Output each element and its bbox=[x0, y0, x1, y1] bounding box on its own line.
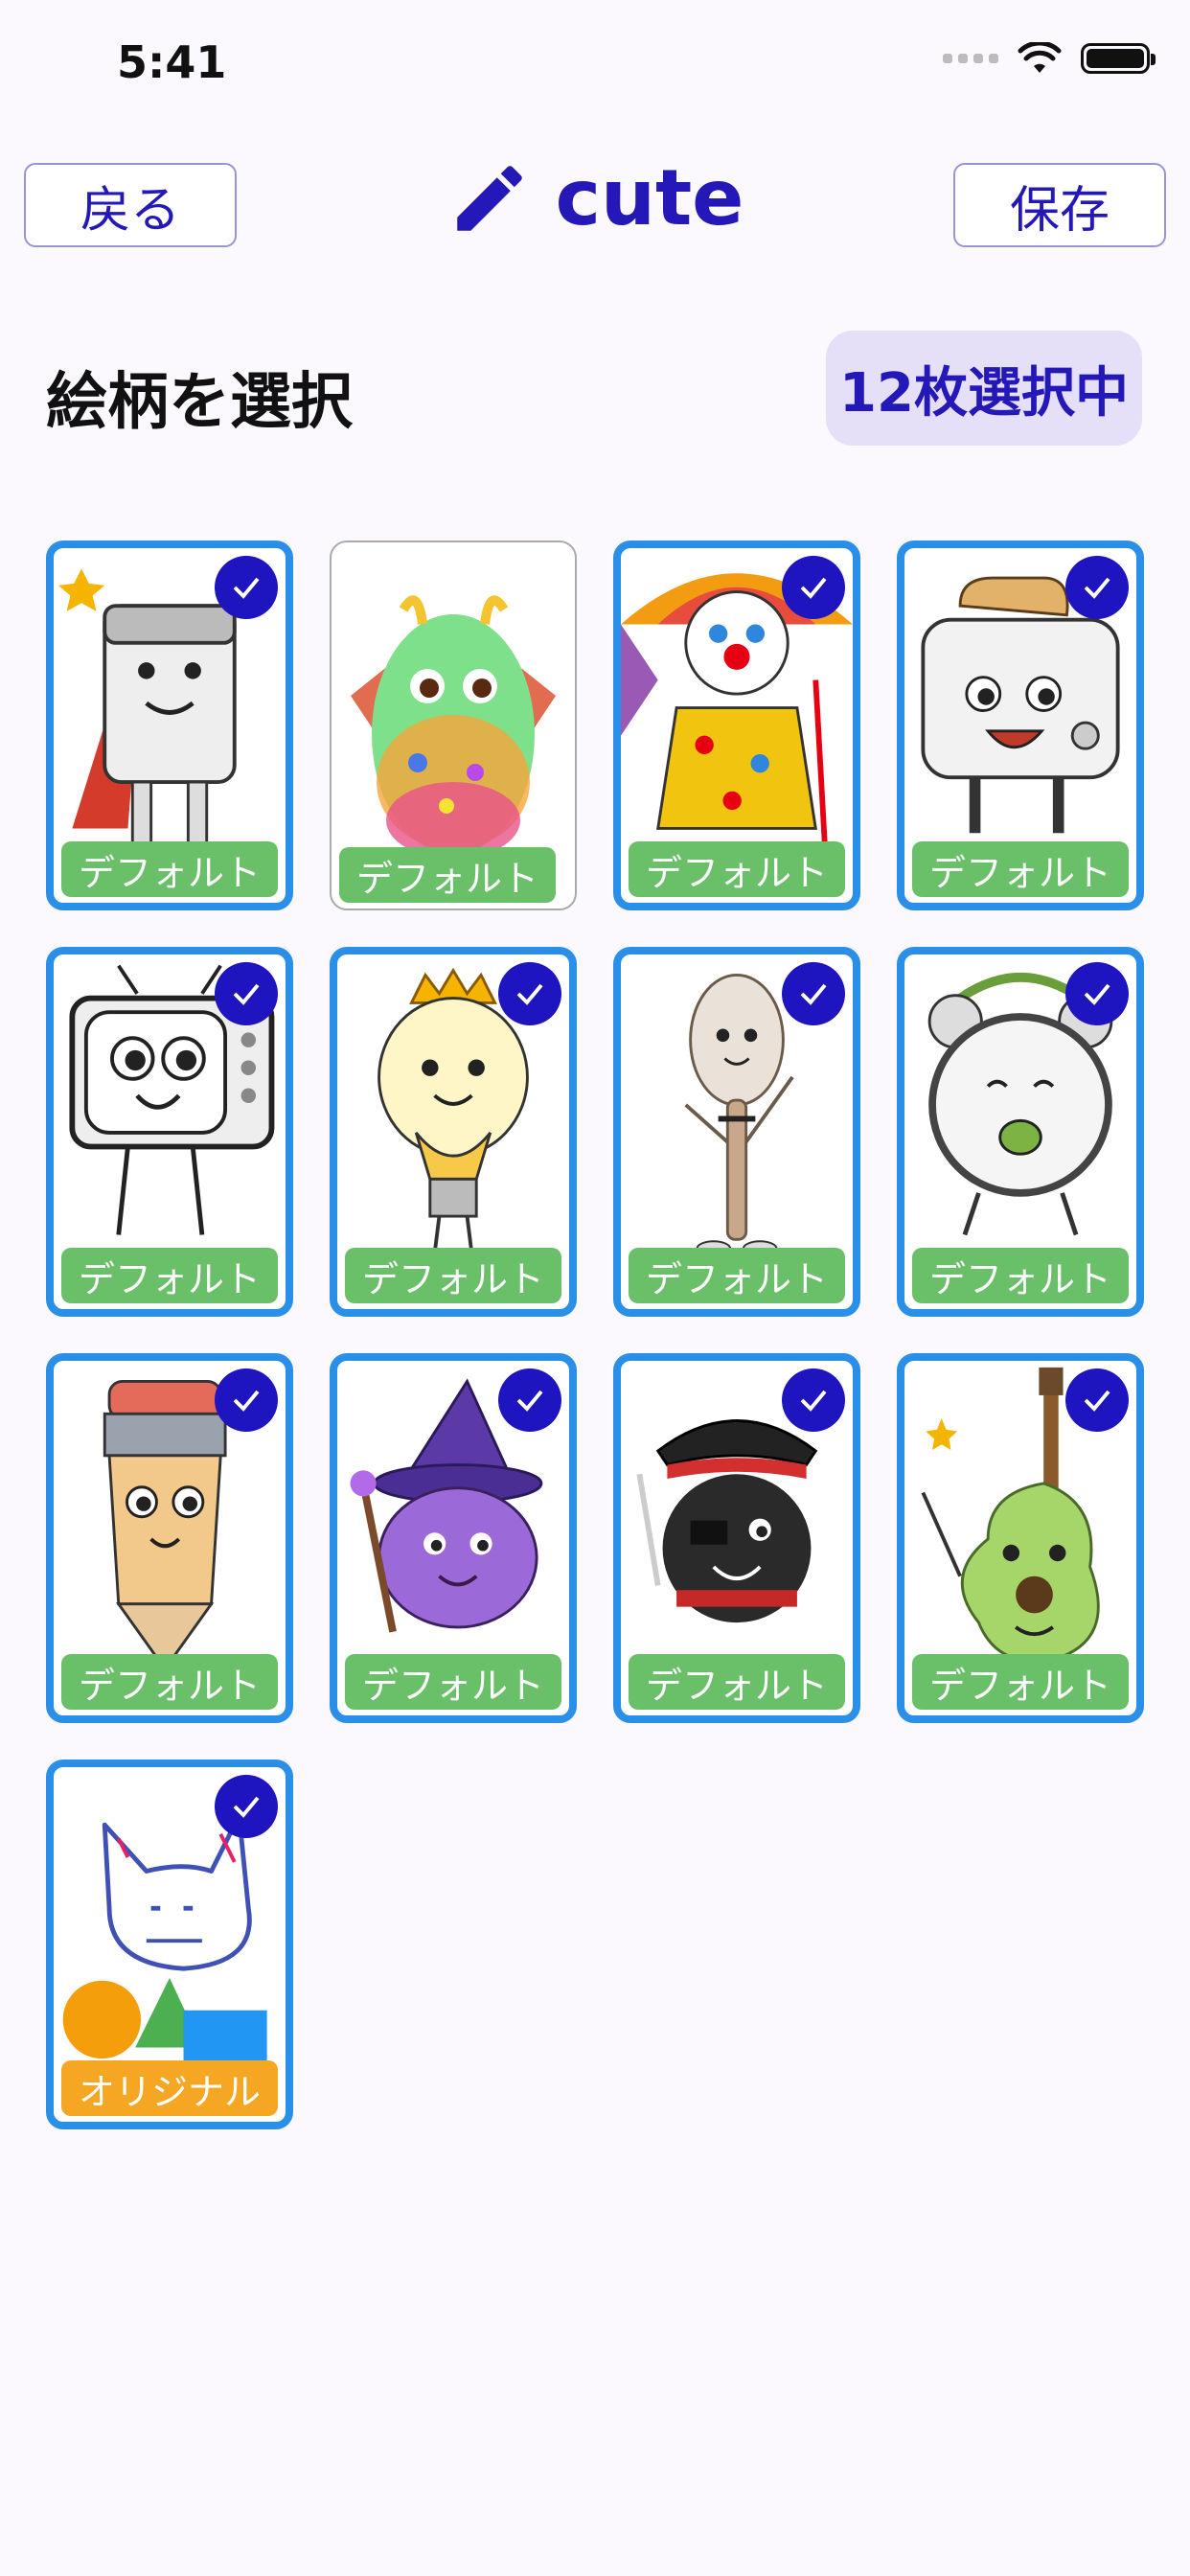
pattern-tag: デフォルト bbox=[629, 1654, 846, 1710]
checkmark-icon bbox=[215, 556, 278, 619]
checkmark-icon bbox=[215, 962, 278, 1025]
section-title: 絵柄を選択 bbox=[46, 367, 353, 438]
checkmark-icon bbox=[782, 556, 845, 619]
checkmark-icon bbox=[782, 1368, 845, 1432]
pattern-tag: デフォルト bbox=[61, 1654, 279, 1710]
save-button[interactable]: 保存 bbox=[953, 163, 1166, 247]
pattern-card[interactable]: デフォルト bbox=[330, 947, 577, 1317]
status-icons bbox=[943, 42, 1156, 75]
pattern-card[interactable]: デフォルト bbox=[613, 1353, 860, 1723]
checkmark-icon bbox=[215, 1368, 278, 1432]
pattern-tag: デフォルト bbox=[912, 1654, 1130, 1710]
page-title: cute bbox=[555, 153, 744, 242]
checkmark-icon bbox=[498, 1368, 561, 1432]
pattern-tag: デフォルト bbox=[345, 1248, 562, 1303]
pattern-tag: デフォルト bbox=[629, 1248, 846, 1303]
pattern-tag: デフォルト bbox=[912, 1248, 1130, 1303]
checkmark-icon bbox=[1065, 962, 1129, 1025]
pattern-tag: デフォルト bbox=[345, 1654, 562, 1710]
pattern-card[interactable]: オリジナル bbox=[46, 1760, 293, 2129]
pattern-card[interactable]: デフォルト bbox=[46, 1353, 293, 1723]
status-time: 5:41 bbox=[117, 36, 227, 88]
checkmark-icon bbox=[1065, 1368, 1129, 1432]
pattern-card[interactable]: デフォルト bbox=[613, 540, 860, 910]
pattern-tag: デフォルト bbox=[61, 1248, 279, 1303]
wifi-icon bbox=[1018, 42, 1062, 73]
pattern-card[interactable]: デフォルト bbox=[330, 540, 577, 910]
pattern-card[interactable]: デフォルト bbox=[46, 947, 293, 1317]
checkmark-icon bbox=[215, 1775, 278, 1838]
pattern-card[interactable]: デフォルト bbox=[897, 947, 1144, 1317]
checkmark-icon bbox=[1065, 556, 1129, 619]
battery-icon bbox=[1081, 43, 1156, 74]
signal-icon bbox=[943, 54, 998, 63]
pattern-card[interactable]: デフォルト bbox=[330, 1353, 577, 1723]
pattern-card[interactable]: デフォルト bbox=[897, 1353, 1144, 1723]
checkmark-icon bbox=[498, 962, 561, 1025]
pattern-tag: デフォルト bbox=[339, 847, 557, 903]
pattern-tag: デフォルト bbox=[629, 841, 846, 897]
selection-count-badge: 12枚選択中 bbox=[826, 331, 1142, 446]
pattern-card[interactable]: デフォルト bbox=[46, 540, 293, 910]
pencil-icon[interactable] bbox=[446, 155, 533, 242]
pattern-tag: デフォルト bbox=[912, 841, 1130, 897]
pattern-tag: オリジナル bbox=[61, 2060, 279, 2116]
pattern-grid: デフォルト デフォルト デフォルト デフォルト デフォルト デフォルト デフォル… bbox=[46, 540, 1144, 2129]
checkmark-icon bbox=[782, 962, 845, 1025]
pattern-card[interactable]: デフォルト bbox=[613, 947, 860, 1317]
pattern-card[interactable]: デフォルト bbox=[897, 540, 1144, 910]
pattern-tag: デフォルト bbox=[61, 841, 279, 897]
